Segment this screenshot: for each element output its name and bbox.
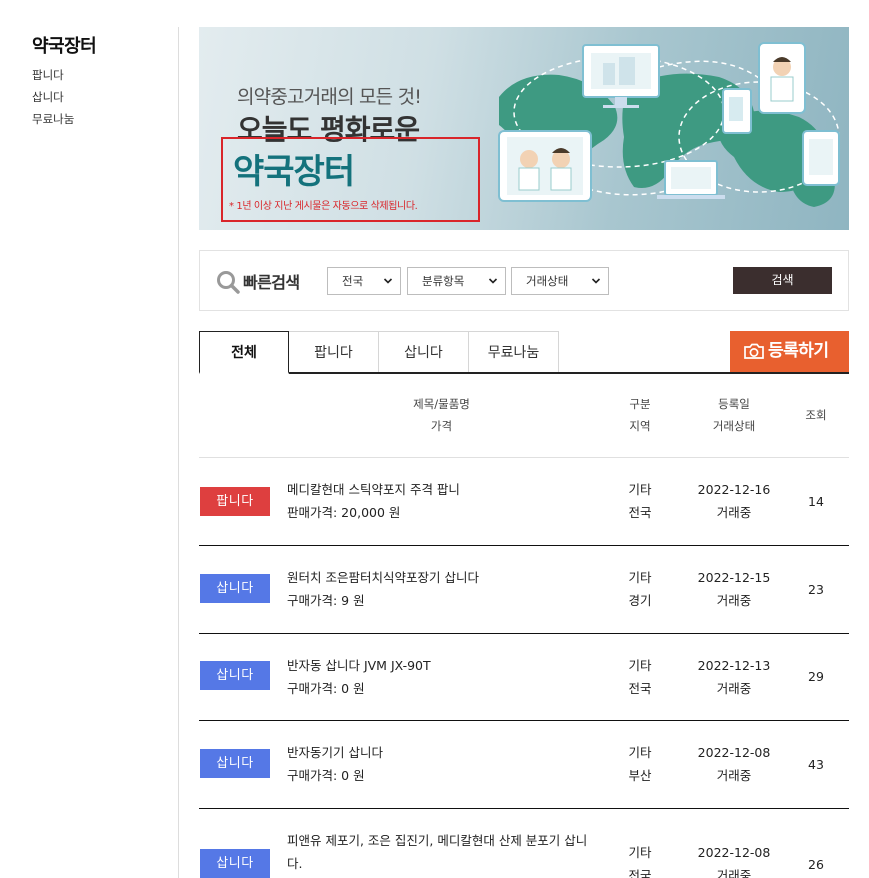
buy-badge[interactable]: 삽니다 [200, 574, 270, 603]
header-status: 거래상태 [712, 419, 756, 433]
row-status: 거래중 [716, 505, 752, 520]
row-price: 구매가격: 0 원 [287, 768, 365, 783]
buy-badge[interactable]: 삽니다 [200, 849, 270, 878]
row-date: 2022-12-08 [697, 845, 771, 860]
row-views: 43 [808, 757, 824, 772]
tab-buy[interactable]: 삽니다 [378, 331, 469, 373]
row-title[interactable]: 반자동기기 삽니다 [287, 741, 607, 764]
chevron-down-icon [488, 278, 498, 284]
table-row[interactable]: 삽니다 원터치 조은팜터치식약포장기 삽니다 구매가격: 9 원 기타 경기 2… [199, 546, 849, 634]
tab-free[interactable]: 무료나눔 [468, 331, 559, 373]
row-status: 거래중 [716, 681, 752, 696]
row-date: 2022-12-15 [697, 570, 771, 585]
quick-search-bar: 빠른검색 전국 분류항목 거래상태 검색 [199, 250, 849, 311]
chevron-down-icon [591, 278, 601, 284]
row-region: 전국 [628, 868, 652, 878]
row-title[interactable]: 원터치 조은팜터치식약포장기 삽니다 [287, 566, 607, 589]
region-select[interactable]: 전국 [327, 267, 401, 295]
row-region: 전국 [628, 505, 652, 520]
row-title[interactable]: 메디칼현대 스틱약포지 주격 팝니 [287, 478, 607, 501]
header-category: 구분 [629, 397, 651, 411]
banner-subtitle: 의약중고거래의 모든 것! [237, 86, 422, 108]
sidebar-item-buy[interactable]: 삽니다 [32, 86, 172, 108]
table-header: 제목/물품명 가격 구분 지역 등록일 거래상태 조회 [199, 374, 849, 458]
row-region: 전국 [628, 681, 652, 696]
status-select-value: 거래상태 [526, 274, 569, 288]
row-views: 23 [808, 582, 824, 597]
tab-sell[interactable]: 팝니다 [288, 331, 379, 373]
row-category: 기타 [628, 482, 652, 497]
banner-notice: * 1년 이상 지난 게시물은 자동으로 삭제됩니다. [229, 201, 418, 212]
table-row[interactable]: 삽니다 피앤유 제포기, 조은 집진기, 메디칼현대 산제 분포기 삽니다. 기… [199, 809, 849, 878]
row-category: 기타 [628, 658, 652, 673]
status-select[interactable]: 거래상태 [511, 267, 609, 295]
sidebar: 약국장터 팝니다 삽니다 무료나눔 [32, 32, 172, 130]
table-row[interactable]: 팝니다 메디칼현대 스틱약포지 주격 팝니 판매가격: 20,000 원 기타 … [199, 458, 849, 546]
row-category: 기타 [628, 570, 652, 585]
row-date: 2022-12-08 [697, 745, 771, 760]
table-row[interactable]: 삽니다 반자동 삽니다 JVM JX-90T 구매가격: 0 원 기타 전국 2… [199, 633, 849, 721]
row-title[interactable]: 피앤유 제포기, 조은 집진기, 메디칼현대 산제 분포기 삽니다. [287, 829, 597, 875]
banner: 의약중고거래의 모든 것! 오늘도 평화로운 약국장터 * 1년 이상 지난 게… [199, 27, 849, 230]
tab-all[interactable]: 전체 [199, 331, 289, 374]
buy-badge[interactable]: 삽니다 [200, 749, 270, 778]
register-button[interactable]: 등록하기 [730, 331, 849, 372]
row-category: 기타 [628, 845, 652, 860]
chevron-down-icon [383, 278, 393, 284]
header-price: 가격 [430, 419, 453, 433]
row-category: 기타 [628, 745, 652, 760]
buy-badge[interactable]: 삽니다 [200, 661, 270, 690]
row-status: 거래중 [716, 768, 752, 783]
row-status: 거래중 [716, 593, 752, 608]
register-button-label: 등록하기 [768, 341, 829, 361]
sidebar-item-free[interactable]: 무료나눔 [32, 108, 172, 130]
row-price: 판매가격: 20,000 원 [287, 505, 401, 520]
row-date: 2022-12-16 [697, 482, 771, 497]
header-title: 제목/물품명 [413, 397, 470, 411]
category-select[interactable]: 분류항목 [407, 267, 506, 295]
sidebar-title: 약국장터 [32, 36, 97, 57]
row-region: 부산 [628, 768, 652, 783]
magnifier-icon [217, 271, 240, 294]
header-date: 등록일 [718, 397, 750, 411]
quick-search-label: 빠른검색 [243, 273, 300, 292]
row-date: 2022-12-13 [697, 658, 771, 673]
sell-badge[interactable]: 팝니다 [200, 487, 270, 516]
table-row[interactable]: 삽니다 반자동기기 삽니다 구매가격: 0 원 기타 부산 2022-12-08… [199, 721, 849, 809]
row-price: 구매가격: 9 원 [287, 593, 365, 608]
header-region: 지역 [629, 419, 651, 433]
camera-icon [744, 343, 764, 359]
row-title[interactable]: 반자동 삽니다 JVM JX-90T [287, 654, 607, 677]
row-views: 14 [808, 494, 824, 509]
header-views: 조회 [805, 408, 827, 422]
tab-bar: 전체 팝니다 삽니다 무료나눔 등록하기 [199, 331, 849, 374]
row-region: 경기 [628, 593, 652, 608]
banner-title: 약국장터 [233, 152, 355, 192]
region-select-value: 전국 [342, 274, 364, 288]
sidebar-divider [178, 27, 179, 878]
sidebar-item-sell[interactable]: 팝니다 [32, 64, 172, 86]
search-button[interactable]: 검색 [733, 267, 832, 294]
category-select-value: 분류항목 [422, 274, 465, 288]
row-price: 구매가격: 0 원 [287, 681, 365, 696]
row-views: 26 [808, 857, 824, 872]
row-views: 29 [808, 669, 824, 684]
row-status: 거래중 [716, 868, 752, 878]
